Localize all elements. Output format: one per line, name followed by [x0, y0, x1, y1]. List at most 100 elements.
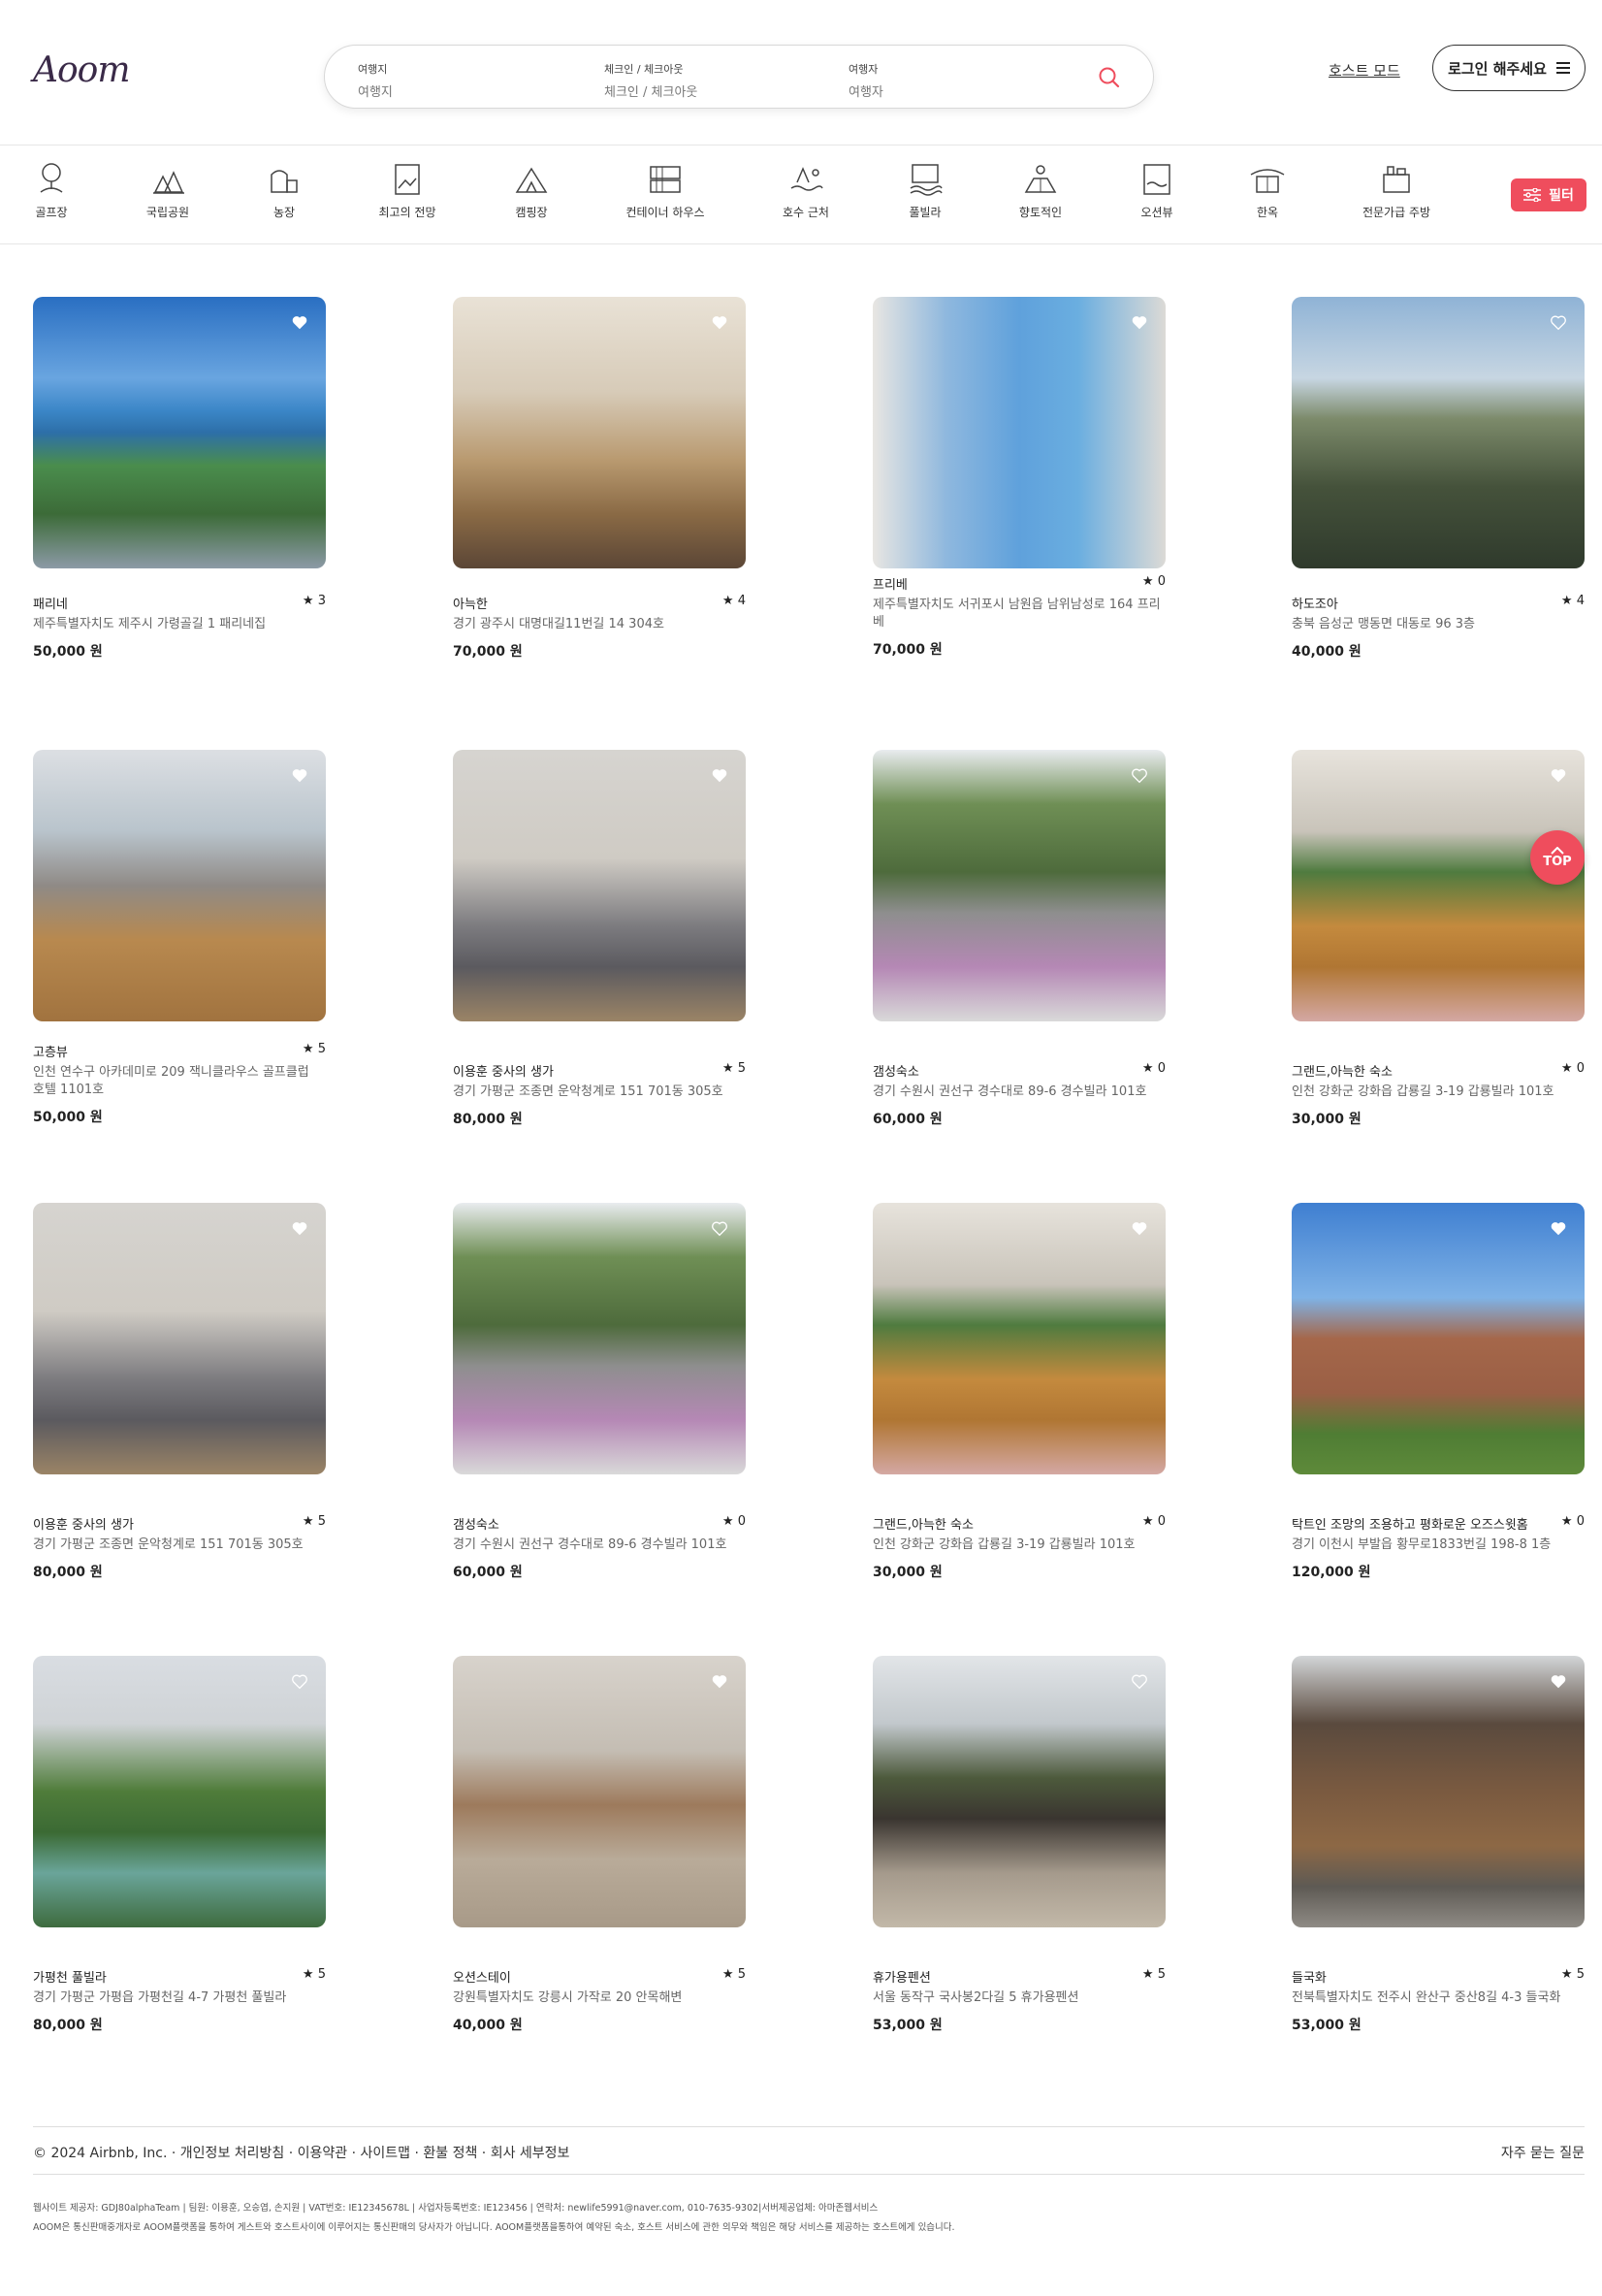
- farm-icon: [271, 170, 298, 193]
- listing-card[interactable]: 고층뷰 ★ 5 인천 연수구 아카데미로 209 잭니클라우스 골프클럽 호텔 …: [33, 750, 326, 1139]
- listing-price: 53,000 원: [1292, 2018, 1362, 2033]
- listing-photo[interactable]: [453, 1656, 746, 1927]
- rating-value: 3: [317, 594, 326, 608]
- listing-address: 경기 가평군 조종면 운악청계로 151 701동 305호: [33, 1537, 304, 1552]
- heart-icon[interactable]: [711, 1220, 728, 1238]
- listing-photo[interactable]: [873, 750, 1166, 1021]
- listing-card[interactable]: 갬성숙소 ★ 0 경기 수원시 권선구 경수대로 89-6 경수빌라 101호 …: [873, 750, 1166, 1139]
- login-label: 로그인 해주세요: [1448, 59, 1547, 78]
- category-hanok[interactable]: 한옥: [1214, 159, 1321, 220]
- heart-icon[interactable]: [1131, 1673, 1148, 1691]
- guests-value: 여행자: [849, 85, 883, 100]
- category-camping[interactable]: 캠핑장: [478, 159, 585, 220]
- footer: © 2024 Airbnb, Inc. · 개인정보 처리방침 · 이용약관 ·…: [33, 2126, 1585, 2175]
- lake-icon: [790, 167, 823, 191]
- listing-photo[interactable]: [873, 297, 1166, 568]
- listing-photo[interactable]: [1292, 1656, 1585, 1927]
- guests-field[interactable]: 여행자 여행자: [849, 61, 883, 100]
- listing-photo[interactable]: [453, 297, 746, 568]
- listing-photo[interactable]: [1292, 297, 1585, 568]
- listing-card[interactable]: 그랜드,아늑한 숙소 ★ 0 인천 강화군 강화읍 갑룡길 3-19 갑룡빌라 …: [1292, 750, 1585, 1139]
- listing-card[interactable]: 들국화 ★ 5 전북특별자치도 전주시 완산구 중산8길 4-3 들국화 53,…: [1292, 1656, 1585, 2045]
- heart-icon[interactable]: [1131, 767, 1148, 785]
- heart-icon[interactable]: [711, 1673, 728, 1691]
- heart-icon[interactable]: [1550, 1673, 1567, 1691]
- heart-icon[interactable]: [1550, 314, 1567, 332]
- listing-photo[interactable]: [873, 1203, 1166, 1474]
- heart-icon[interactable]: [291, 767, 308, 785]
- listing-meta: 그랜드,아늑한 숙소 ★ 0 인천 강화군 강화읍 갑룡길 3-19 갑룡빌라 …: [873, 1514, 1166, 1592]
- rating-value: 5: [1157, 1967, 1166, 1982]
- category-farm[interactable]: 농장: [231, 159, 337, 220]
- category-golf[interactable]: 골프장: [0, 159, 105, 220]
- rating-value: 0: [1157, 574, 1166, 589]
- listing-photo[interactable]: [33, 1656, 326, 1927]
- listing-card[interactable]: 패리네 ★ 3 제주특별자치도 제주시 가령골길 1 패리네집 50,000 원: [33, 297, 326, 671]
- listing-title: 아늑한: [453, 598, 488, 612]
- listing-card[interactable]: 가평천 풀빌라 ★ 5 경기 가평군 가평읍 가평천길 4-7 가평천 풀빌라 …: [33, 1656, 326, 2045]
- listing-address: 전북특별자치도 전주시 완산구 중산8길 4-3 들국화: [1292, 1990, 1561, 2005]
- category-ocean-view[interactable]: 오션뷰: [1104, 159, 1210, 220]
- heart-icon[interactable]: [291, 1673, 308, 1691]
- listing-address: 충북 음성군 맹동면 대동로 96 3층: [1292, 617, 1475, 631]
- heart-icon[interactable]: [711, 767, 728, 785]
- faq-link[interactable]: 자주 묻는 질문: [1501, 2143, 1585, 2162]
- listing-photo[interactable]: [873, 1656, 1166, 1927]
- listing-card[interactable]: 하도조아 ★ 4 충북 음성군 맹동면 대동로 96 3층 40,000 원: [1292, 297, 1585, 671]
- listing-title: 그랜드,아늑한 숙소: [1292, 1065, 1393, 1080]
- listing-photo[interactable]: [453, 1203, 746, 1474]
- category-best-view[interactable]: 최고의 전망: [354, 159, 461, 220]
- heart-icon[interactable]: [291, 314, 308, 332]
- host-mode-link[interactable]: 호스트 모드: [1329, 60, 1400, 81]
- listing-price: 60,000 원: [873, 1112, 943, 1127]
- destination-field[interactable]: 여행지 여행지: [358, 61, 393, 100]
- listing-card[interactable]: 갬성숙소 ★ 0 경기 수원시 권선구 경수대로 89-6 경수빌라 101호 …: [453, 1203, 746, 1592]
- category-container-house[interactable]: 컨테이너 하우스: [612, 159, 719, 220]
- listing-photo[interactable]: [33, 297, 326, 568]
- heart-icon[interactable]: [1131, 314, 1148, 332]
- listing-meta: 하도조아 ★ 4 충북 음성군 맹동면 대동로 96 3층 40,000 원: [1292, 594, 1585, 671]
- search-bar[interactable]: 여행지 여행지 체크인 / 체크아웃 체크인 / 체크아웃 여행자 여행자: [324, 45, 1154, 109]
- listing-address: 강원특별자치도 강릉시 가작로 20 안목해변: [453, 1990, 683, 2005]
- listing-address: 제주특별자치도 서귀포시 남원읍 남위남성로 164 프리베: [873, 598, 1161, 630]
- listing-card[interactable]: 이용훈 중사의 생가 ★ 5 경기 가평군 조종면 운악청계로 151 701동…: [33, 1203, 326, 1592]
- dates-field[interactable]: 체크인 / 체크아웃 체크인 / 체크아웃: [604, 61, 697, 100]
- listing-meta: 휴가용펜션 ★ 5 서울 동작구 국사봉2다길 5 휴가용펜션 53,000 원: [873, 1967, 1166, 2045]
- listing-rating: ★ 0: [1141, 1061, 1166, 1076]
- listing-card[interactable]: 그랜드,아늑한 숙소 ★ 0 인천 강화군 강화읍 갑룡길 3-19 갑룡빌라 …: [873, 1203, 1166, 1592]
- listing-photo[interactable]: [453, 750, 746, 1021]
- listing-card[interactable]: 이용훈 중사의 생가 ★ 5 경기 가평군 조종면 운악청계로 151 701동…: [453, 750, 746, 1139]
- heart-icon[interactable]: [1550, 1220, 1567, 1238]
- category-pro-kitchen[interactable]: 전문가급 주방: [1343, 159, 1450, 220]
- listing-card[interactable]: 탁트인 조망의 조용하고 평화로운 오즈스윗홈 ★ 0 경기 이천시 부발읍 황…: [1292, 1203, 1585, 1592]
- rating-value: 0: [1576, 1061, 1585, 1076]
- listing-card[interactable]: 아늑한 ★ 4 경기 광주시 대명대길11번길 14 304호 70,000 원: [453, 297, 746, 671]
- listing-photo[interactable]: [1292, 750, 1585, 1021]
- listing-price: 40,000 원: [453, 2018, 523, 2033]
- listing-address: 경기 가평군 가평읍 가평천길 4-7 가평천 풀빌라: [33, 1990, 287, 2005]
- heart-icon[interactable]: [291, 1220, 308, 1238]
- heart-icon[interactable]: [1131, 1220, 1148, 1238]
- login-button[interactable]: 로그인 해주세요: [1432, 45, 1586, 91]
- category-rustic[interactable]: 향토적인: [987, 159, 1094, 220]
- listing-card[interactable]: 프리베 ★ 0 제주특별자치도 서귀포시 남원읍 남위남성로 164 프리베 7…: [873, 297, 1166, 671]
- footer-links[interactable]: © 2024 Airbnb, Inc. · 개인정보 처리방침 · 이용약관 ·…: [33, 2143, 569, 2162]
- heart-icon[interactable]: [711, 314, 728, 332]
- category-lake[interactable]: 호수 근처: [753, 159, 859, 220]
- category-national-park[interactable]: 국립공원: [114, 159, 221, 220]
- listing-title: 이용훈 중사의 생가: [33, 1518, 134, 1533]
- listing-photo[interactable]: [1292, 1203, 1585, 1474]
- category-pool-villa[interactable]: 풀빌라: [872, 159, 978, 220]
- listing-card[interactable]: 오션스테이 ★ 5 강원특별자치도 강릉시 가작로 20 안목해변 40,000…: [453, 1656, 746, 2045]
- listing-photo[interactable]: [33, 750, 326, 1021]
- search-icon[interactable]: [1095, 63, 1124, 92]
- filter-button[interactable]: 필터: [1511, 178, 1586, 211]
- heart-icon[interactable]: [1550, 767, 1567, 785]
- scroll-top-button[interactable]: TOP: [1530, 830, 1585, 885]
- listing-price: 70,000 원: [873, 642, 943, 658]
- logo[interactable]: Aoom: [33, 47, 149, 95]
- listing-card[interactable]: 휴가용펜션 ★ 5 서울 동작구 국사봉2다길 5 휴가용펜션 53,000 원: [873, 1656, 1166, 2045]
- listing-rating: ★ 4: [1560, 594, 1585, 608]
- destination-value: 여행지: [358, 85, 393, 100]
- listing-photo[interactable]: [33, 1203, 326, 1474]
